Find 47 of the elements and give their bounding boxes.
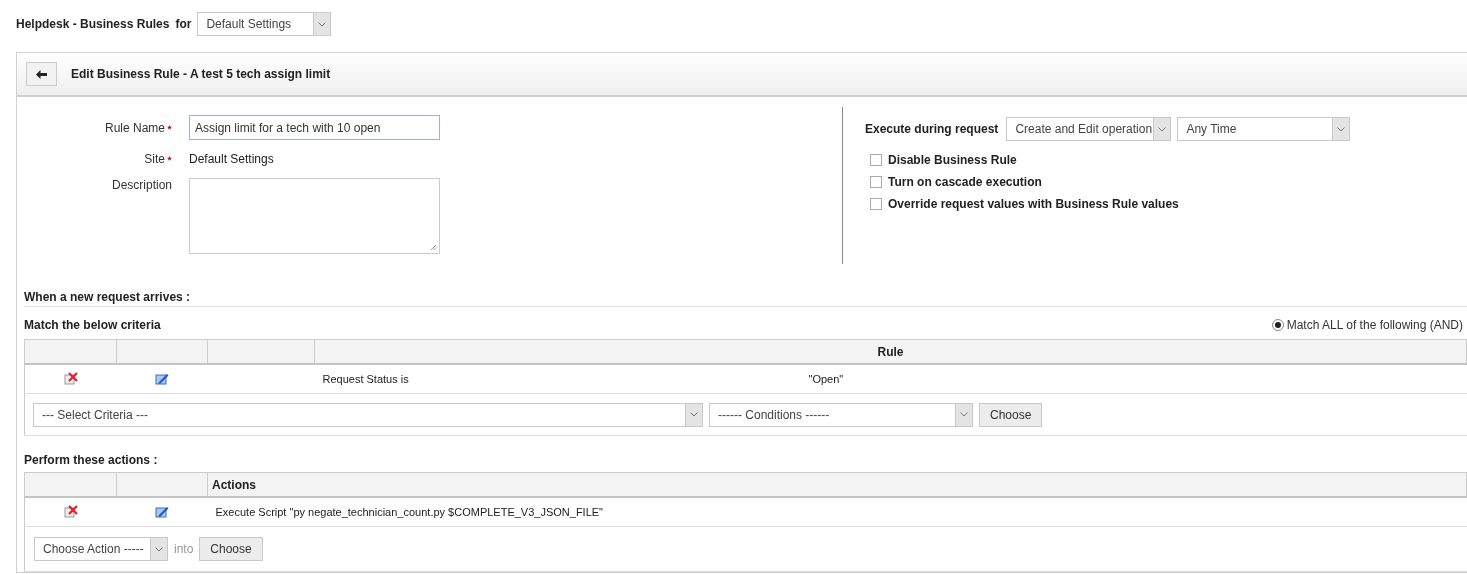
delete-icon[interactable] <box>63 371 78 385</box>
operation-dropdown[interactable]: Create and Edit operation <box>1006 117 1172 141</box>
checkbox[interactable] <box>870 198 882 210</box>
rule-name-field[interactable]: Assign limit for a tech with 10 open <box>189 115 440 140</box>
section-heading: When a new request arrives : <box>24 290 191 304</box>
chevron-down-icon <box>1337 126 1346 132</box>
column-header: Actions <box>212 477 256 492</box>
radio-label: Match ALL of the following (AND) <box>1286 318 1463 332</box>
chevron-down-icon <box>155 546 163 552</box>
edit-icon[interactable] <box>155 504 169 518</box>
table-cell: Execute Script "py negate_technician_count.py $COMPLETE_V3_JSON_FILE" <box>215 506 603 518</box>
chevron-down-icon <box>1158 126 1167 132</box>
description-field[interactable] <box>189 178 440 254</box>
checkbox[interactable] <box>870 176 882 188</box>
panel-title: Edit Business Rule - A test 5 tech assign limit <box>71 67 331 81</box>
delete-icon[interactable] <box>63 504 78 518</box>
table-cell: Request Status is <box>322 373 409 385</box>
field-label: Rule Name <box>104 120 172 135</box>
conditions-dropdown[interactable]: ------ Conditions ------ <box>709 402 973 427</box>
edit-icon[interactable] <box>155 371 169 385</box>
site-dropdown[interactable]: Default Settings <box>197 12 332 36</box>
choose-button[interactable]: Choose <box>979 402 1043 427</box>
chevron-down-icon <box>690 412 698 417</box>
execute-label: Execute during request <box>865 122 999 136</box>
back-button[interactable] <box>26 62 57 86</box>
for-label: for <box>175 17 192 31</box>
site-value: Default Settings <box>189 152 275 166</box>
field-label: Site <box>144 152 172 166</box>
table-cell: "Open" <box>808 373 844 385</box>
chevron-down-icon <box>318 21 327 27</box>
field-label: Description <box>111 178 172 192</box>
into-label: into <box>174 542 194 556</box>
checkbox-label: Disable Business Rule <box>888 153 1017 167</box>
column-header: Rule <box>877 344 904 359</box>
section-heading: Perform these actions : <box>24 453 158 467</box>
criteria-dropdown[interactable]: --- Select Criteria --- <box>33 402 703 427</box>
left-arrow-icon <box>36 69 47 79</box>
resize-grip-icon[interactable] <box>430 244 437 251</box>
action-dropdown[interactable]: Choose Action ----- <box>34 537 168 561</box>
section-heading: Match the below criteria <box>24 318 161 332</box>
checkbox-label: Turn on cascade execution <box>888 175 1042 189</box>
choose-button[interactable]: Choose <box>199 537 263 561</box>
time-dropdown[interactable]: Any Time <box>1177 117 1351 141</box>
checkbox[interactable] <box>870 154 882 166</box>
checkbox-label: Override request values with Business Rule values <box>888 197 1179 211</box>
page-title: Helpdesk - Business Rules <box>16 17 170 31</box>
chevron-down-icon <box>960 412 968 417</box>
